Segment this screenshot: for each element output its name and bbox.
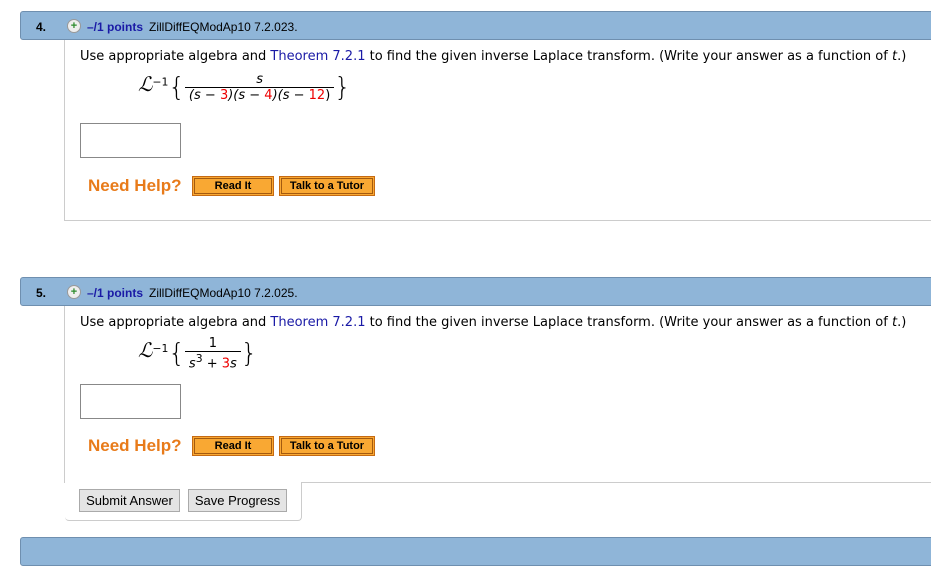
submit-answer-button[interactable]: Submit Answer [79,489,180,512]
question-4-header: 4. + –/1 points ZillDiffEQModAp10 7.2.02… [20,11,931,40]
expand-plus-icon[interactable]: + [67,19,81,33]
question-number: 5. [36,286,47,300]
question-5-header: 5. + –/1 points ZillDiffEQModAp10 7.2.02… [20,277,931,306]
answer-input[interactable] [80,123,181,158]
question-5-body [64,306,931,483]
read-it-button[interactable]: Read It [192,436,274,456]
laplace-expression: ℒ−1{1 s3 + 3s} [138,336,258,372]
question-prompt: Use appropriate algebra and Theorem 7.2.… [80,315,907,330]
talk-to-tutor-button[interactable]: Talk to a Tutor [279,436,375,456]
theorem-link[interactable]: Theorem 7.2.1 [270,49,365,64]
question-prompt: Use appropriate algebra and Theorem 7.2.… [80,49,907,64]
next-question-header [20,537,931,566]
points: –/1 points [87,286,144,300]
laplace-expression: ℒ−1{s (s − 3)(s − 4)(s − 12)} [138,72,351,103]
answer-input[interactable] [80,384,181,419]
points: –/1 points [87,20,144,34]
read-it-button[interactable]: Read It [192,176,274,196]
save-progress-button[interactable]: Save Progress [188,489,287,512]
talk-to-tutor-button[interactable]: Talk to a Tutor [279,176,375,196]
theorem-link[interactable]: Theorem 7.2.1 [270,315,365,330]
need-help-label: Need Help? [88,176,182,195]
need-help-label: Need Help? [88,436,182,455]
question-number: 4. [36,20,47,34]
question-source: ZillDiffEQModAp10 7.2.025. [149,286,298,300]
expand-plus-icon[interactable]: + [67,285,81,299]
question-source: ZillDiffEQModAp10 7.2.023. [149,20,298,34]
